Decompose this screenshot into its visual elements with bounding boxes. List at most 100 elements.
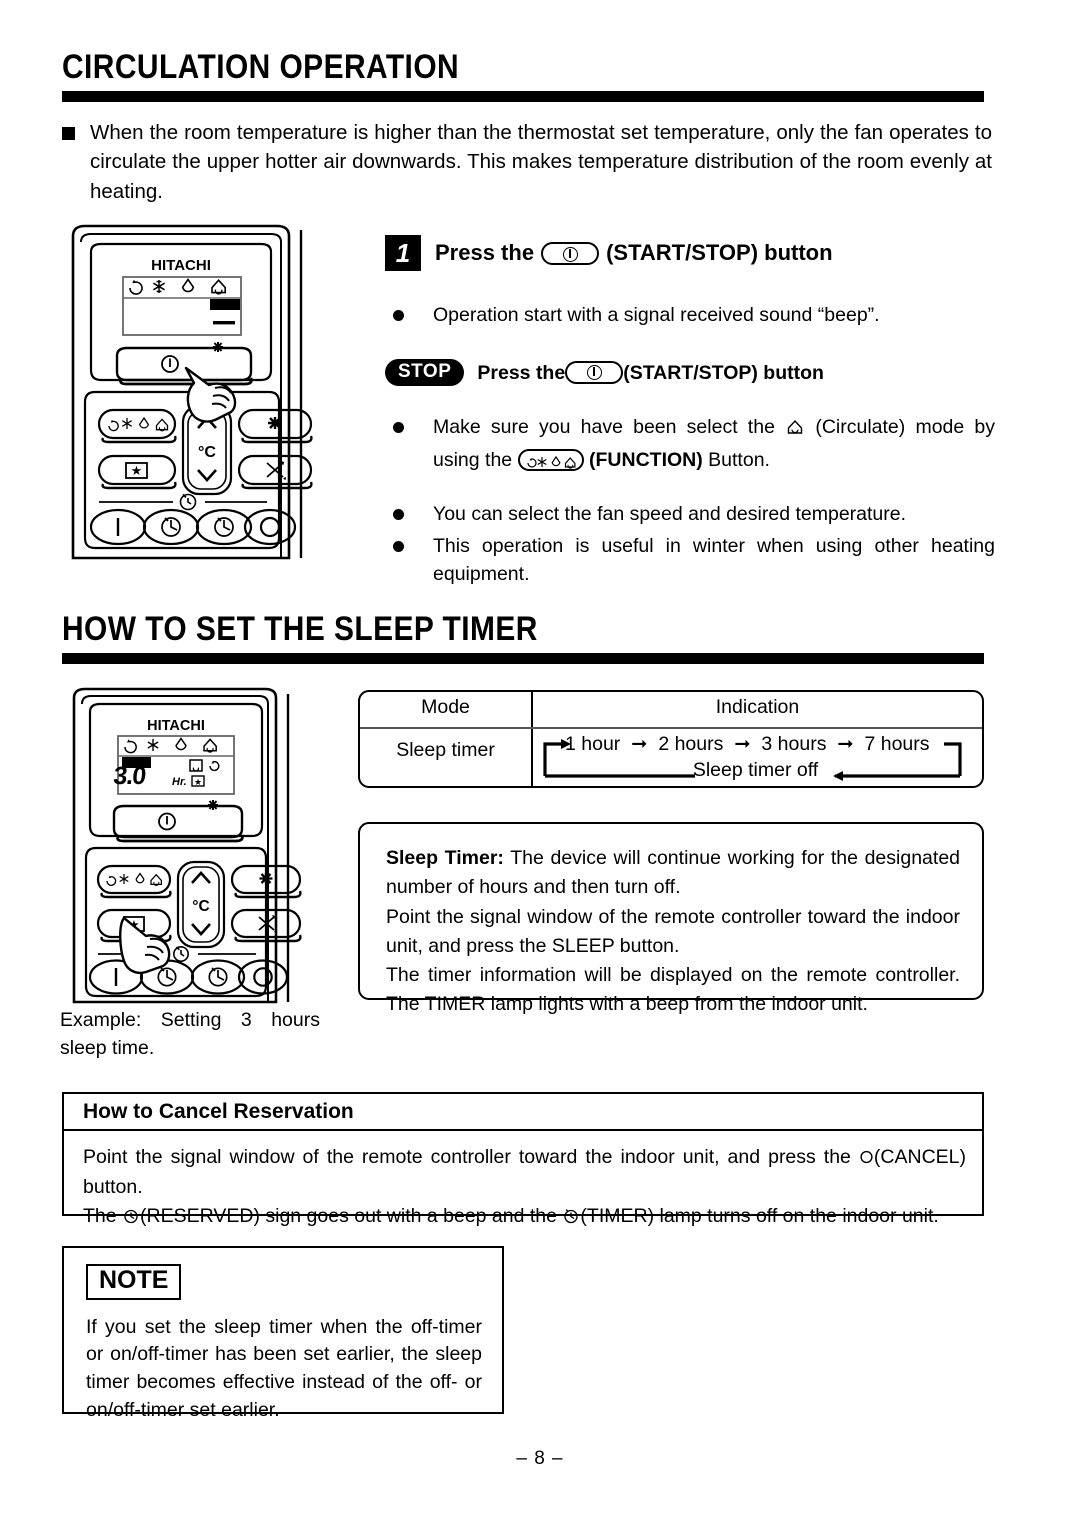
step-press-label: Press the	[435, 240, 535, 265]
remote-svg-1: HITACHI ★ °C	[71, 224, 313, 560]
b1-pre: Make sure you have been select the	[433, 416, 775, 439]
cancel-reservation-box: How to Cancel Reservation Point the sign…	[62, 1092, 984, 1227]
intro-paragraph: When the room temperature is higher than…	[62, 118, 992, 206]
function-button-1	[97, 408, 177, 444]
circulate-icon	[785, 417, 805, 445]
function-button-2	[96, 864, 172, 899]
table-header-divider	[360, 727, 982, 730]
table-cell-indication: 1 hour ➞ 2 hours ➞ 3 hours ➞ 7 hours Sle…	[535, 732, 976, 788]
cycle-steps-row: 1 hour ➞ 2 hours ➞ 3 hours ➞ 7 hours	[565, 732, 930, 756]
bullet-dot-icon	[393, 508, 404, 520]
intro-text: When the room temperature is higher than…	[90, 121, 992, 203]
remote-brand-1: HITACHI	[151, 257, 211, 274]
table-header-mode: Mode	[421, 696, 470, 718]
sleep-desc-line-3: The timer information will be displayed …	[386, 964, 960, 1016]
cancel-line2-post: (TIMER) lamp turns off on the indoor uni…	[580, 1204, 939, 1227]
arrow-icon-3: ➞	[831, 733, 860, 755]
note-box: NOTE If you set the sleep timer when the…	[62, 1246, 504, 1421]
cycle-step-1: 1 hour	[565, 733, 621, 755]
b1-post: Button.	[708, 448, 770, 471]
cycle-step-2: 2 hours	[658, 733, 724, 755]
pointing-hand-icon-1	[184, 366, 237, 423]
step-1-title-row: 1 Press the (START/STOP) button	[385, 235, 995, 271]
sleep-timer-title: HOW TO SET THE SLEEP TIMER	[62, 610, 538, 648]
stop-instruction-row: STOP Press the (START/STOP) button	[385, 359, 995, 387]
lcd-value: 3.0	[112, 762, 147, 790]
stop-badge: STOP	[385, 359, 465, 387]
page-number: – 8 –	[516, 1448, 564, 1469]
start-stop-label: (START/STOP) button	[606, 240, 833, 265]
svg-text:°C: °C	[192, 898, 209, 915]
sleep-cycle-diagram: 1 hour ➞ 2 hours ➞ 3 hours ➞ 7 hours Sle…	[535, 732, 976, 788]
bullet-operation-start: Operation start with a signal received s…	[385, 301, 995, 329]
timer-buttons-1	[89, 508, 297, 546]
bullet-fan-speed-text: You can select the fan speed and desired…	[433, 502, 907, 525]
remote-svg-2: HITACHI 3.0 Hr. ★ °C	[72, 687, 302, 1004]
mode-highlight-1	[210, 299, 240, 310]
bullet-select-circulate: Make sure you have been select the (Circ…	[385, 413, 995, 474]
reserved-clock-icon	[122, 1205, 140, 1234]
lcd-unit: Hr.	[172, 776, 187, 788]
square-bullet-icon	[62, 127, 75, 140]
stop-button-label: (START/STOP) button	[623, 361, 824, 384]
arrow-icon-1: ➞	[625, 733, 653, 755]
stop-instruction-title: Press the (START/STOP) button	[477, 360, 824, 385]
page-title: CIRCULATION OPERATION	[62, 48, 460, 86]
start-stop-button-1	[115, 346, 253, 382]
cancel-line2-mid: (RESERVED) sign goes out with a beep and…	[140, 1204, 557, 1227]
bullet-operation-start-text: Operation start with a signal received s…	[433, 304, 880, 326]
svg-text:°C: °C	[198, 444, 216, 461]
b1-bold: (FUNCTION)	[589, 448, 703, 471]
cancel-line1-pre: Point the signal window of the remote co…	[83, 1146, 851, 1168]
sleep-desc-line-2: Point the signal window of the remote co…	[386, 905, 960, 957]
sleep-timer-table: Mode Indication Sleep timer 1 hour ➞ 2 h…	[358, 690, 984, 788]
bullet-fan-speed: You can select the fan speed and desired…	[385, 500, 995, 528]
start-stop-button-2	[112, 804, 244, 839]
manual-page: CIRCULATION OPERATION When the room temp…	[0, 0, 1080, 1528]
bullet-winter-use: This operation is useful in winter when …	[385, 532, 995, 589]
sleep-timer-description: Sleep Timer: The device will continue wo…	[358, 822, 984, 1015]
section-heading-circulation: CIRCULATION OPERATION	[62, 48, 984, 102]
step-number-badge: 1	[385, 235, 421, 271]
stop-press-label: Press the	[477, 361, 566, 384]
note-badge: NOTE	[86, 1264, 182, 1300]
timer-icon-1	[179, 493, 197, 511]
svg-text:★: ★	[194, 777, 202, 787]
bullet-dot-icon	[393, 541, 404, 553]
step-1-title: Press the (START/STOP) button	[435, 240, 833, 266]
sleep-desc-line-1: Sleep Timer: The device will continue wo…	[386, 844, 960, 903]
note-text: If you set the sleep timer when the off-…	[86, 1315, 482, 1421]
cancel-circle-icon	[859, 1144, 874, 1173]
timer-lamp-icon	[562, 1205, 580, 1234]
example-caption: Example: Setting 3 hours sleep time.	[60, 1009, 320, 1060]
sleep-desc-title: Sleep Timer:	[386, 847, 504, 869]
table-header-indication: Indication	[715, 696, 800, 718]
function-icon	[517, 448, 584, 471]
step-1-block: 1 Press the (START/STOP) button Operation …	[385, 235, 995, 589]
temperature-button-2: °C	[176, 860, 226, 949]
sleep-button-1: ★	[97, 454, 177, 490]
bullet-dot-icon	[393, 422, 404, 434]
cancel-reservation-heading: How to Cancel Reservation	[64, 1094, 982, 1131]
cancel-line2-pre: The	[83, 1204, 117, 1227]
remote-brand-2: HITACHI	[147, 718, 205, 734]
timer-icon-2	[173, 945, 190, 962]
cancel-reservation-body: Point the signal window of the remote co…	[64, 1133, 982, 1234]
remote-controller-illustration-2: HITACHI 3.0 Hr. ★ °C	[60, 686, 350, 1011]
bullet-winter-use-text: This operation is useful in winter when …	[433, 535, 995, 586]
timer-buttons-2	[88, 959, 289, 995]
svg-text:★: ★	[131, 463, 143, 478]
bullet-select-circulate-text: Make sure you have been select the (Circ…	[433, 413, 995, 474]
bullet-dot-icon	[393, 310, 404, 321]
start-stop-icon	[541, 242, 600, 265]
start-stop-icon-2	[565, 360, 624, 384]
heading-rule	[62, 90, 984, 102]
cycle-off-label: Sleep timer off	[692, 759, 819, 781]
table-row-mode: Sleep timer	[396, 739, 495, 761]
cycle-step-3: 3 hours	[761, 733, 827, 755]
cycle-step-4: 7 hours	[864, 733, 930, 755]
remote-controller-illustration-1: HITACHI ★ °C	[55, 222, 360, 567]
section-heading-sleep-timer: HOW TO SET THE SLEEP TIMER	[62, 610, 984, 664]
heading-rule-2	[62, 652, 984, 664]
arrow-icon-2: ➞	[728, 733, 756, 755]
